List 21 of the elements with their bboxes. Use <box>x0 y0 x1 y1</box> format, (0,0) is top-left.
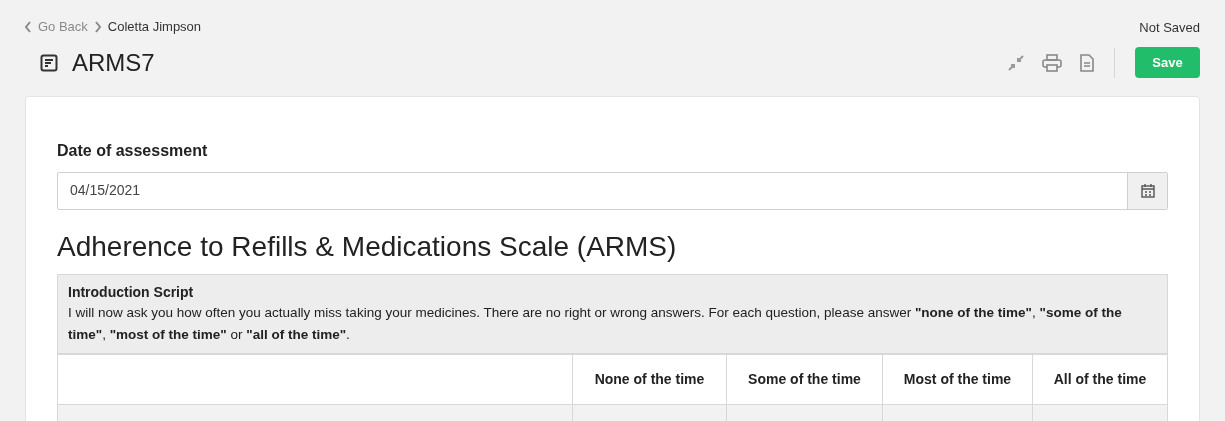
date-field[interactable]: 04/15/2021 <box>57 171 1168 210</box>
collapse-icon[interactable] <box>1007 53 1025 72</box>
date-label: Date of assessment <box>57 140 209 161</box>
breadcrumb-current: Coletta Jimpson <box>107 18 202 36</box>
chevron-left-icon <box>24 20 32 33</box>
intro-text: I will now ask you how often you actually miss taking your medicines. There are no right or wrong answers. For each question, please answer "none of the time", "some of the time", "most of the time" or "all of the time". <box>68 303 1123 344</box>
page-title: ARMS7 <box>72 47 155 78</box>
section-title: Adherence to Refills & Medications Scale (ARMS) <box>57 229 678 264</box>
document-icon <box>40 53 58 72</box>
print-icon[interactable] <box>1042 53 1062 72</box>
table-header-cell: All of the time <box>1032 354 1167 404</box>
chevron-right-icon <box>93 20 102 33</box>
save-button[interactable]: Save <box>1135 47 1200 78</box>
intro-heading: Introduction Script <box>68 282 195 302</box>
calendar-icon[interactable] <box>1127 172 1167 209</box>
save-status: Not Saved <box>1139 19 1200 37</box>
table-header-cell: Some of the time <box>726 354 882 404</box>
table-header-cell: None of the time <box>572 354 726 404</box>
table-header-cell: Most of the time <box>882 354 1032 404</box>
back-link[interactable]: Go Back <box>24 17 88 37</box>
file-icon[interactable] <box>1080 53 1094 72</box>
